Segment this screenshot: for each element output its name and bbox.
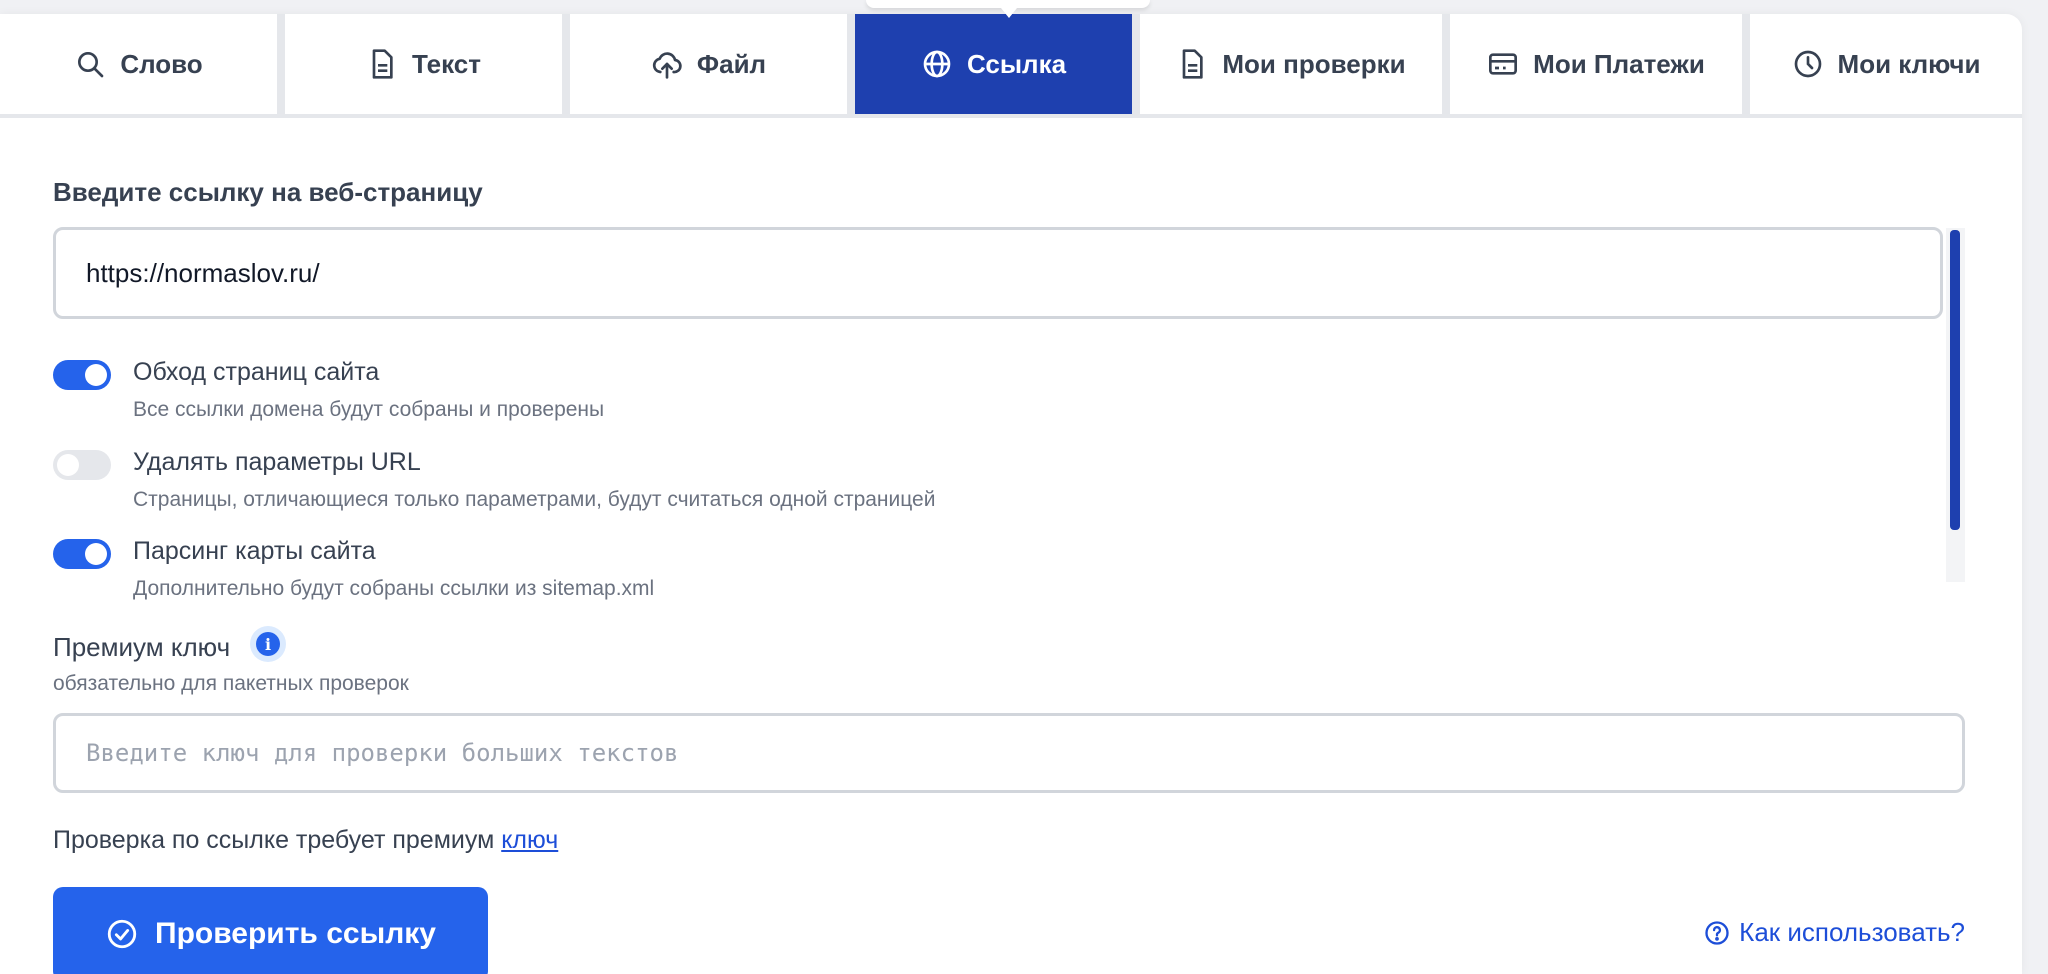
tab-indicator-caret [1001,8,1017,18]
url-label: Введите ссылку на веб-страницу [53,177,483,207]
document-icon [1183,49,1204,79]
globe-icon [923,50,951,78]
tab-text[interactable]: Текст [285,14,562,114]
tab-my-checks[interactable]: Мои проверки [1140,14,1442,114]
key-link[interactable]: ключ [501,826,558,854]
tab-label: Мои Платежи [1533,48,1705,79]
how-to-use-label: Как использовать? [1739,917,1965,947]
toggle-knob [57,454,79,476]
url-input[interactable] [53,227,1943,319]
scrollbar[interactable] [1946,228,1965,582]
tab-my-keys[interactable]: Мои ключи [1750,14,2022,114]
tab-label: Файл [696,48,767,79]
scrollbar-thumb[interactable] [1950,230,1960,530]
check-link-label: Проверить ссылку [155,917,436,950]
tab-label: Мои ключи [1837,48,1981,79]
tab-label: Ссылка [966,48,1067,79]
tab-label: Слово [120,48,203,79]
tab-bar: Слово Текст Файл Ссылка Мои проверки Мои… [0,14,2022,118]
toggle-knob [85,543,107,565]
document-icon [372,49,393,79]
premium-key-label: Премиум ключ [53,632,231,662]
premium-key-input[interactable] [53,713,1965,793]
option-description: Страницы, отличающиеся только параметрам… [133,488,936,511]
toggle-knob [85,364,107,386]
option-title: Обход страниц сайта [133,358,380,386]
clock-icon [1794,50,1821,78]
help-circle-icon [1705,920,1729,945]
tab-label: Мои проверки [1222,48,1406,79]
tab-label: Текст [412,48,481,79]
option-title: Удалять параметры URL [133,448,421,476]
how-to-use-link[interactable]: Как использовать? [1703,917,1965,948]
option-title: Парсинг карты сайта [133,537,376,565]
credit-card-icon [1489,53,1518,75]
main-card: Слово Текст Файл Ссылка Мои проверки Мои… [0,14,2022,974]
info-icon[interactable]: i [250,626,286,662]
info-glyph: i [256,632,280,656]
check-link-button[interactable]: Проверить ссылку [53,887,488,974]
premium-key-subtitle: обязательно для пакетных проверок [53,672,409,695]
tab-word[interactable]: Слово [0,14,277,114]
option-description: Все ссылки домена будут собраны и провер… [133,398,605,421]
note-text: Проверка по ссылке требует премиум [53,826,502,854]
tab-my-payments[interactable]: Мои Платежи [1450,14,1742,114]
tab-file[interactable]: Файл [570,14,847,114]
crawl-toggle[interactable] [53,360,111,390]
premium-note: Проверка по ссылке требует премиум ключ [53,826,558,855]
check-circle-icon [107,919,137,949]
cloud-upload-icon [652,52,682,79]
search-icon [78,52,104,78]
tab-indicator-bubble [866,0,1150,8]
tab-link[interactable]: Ссылка [855,14,1132,114]
sitemap-toggle[interactable] [53,539,111,569]
strip-params-toggle[interactable] [53,450,111,480]
option-description: Дополнительно будут собраны ссылки из si… [133,577,655,600]
